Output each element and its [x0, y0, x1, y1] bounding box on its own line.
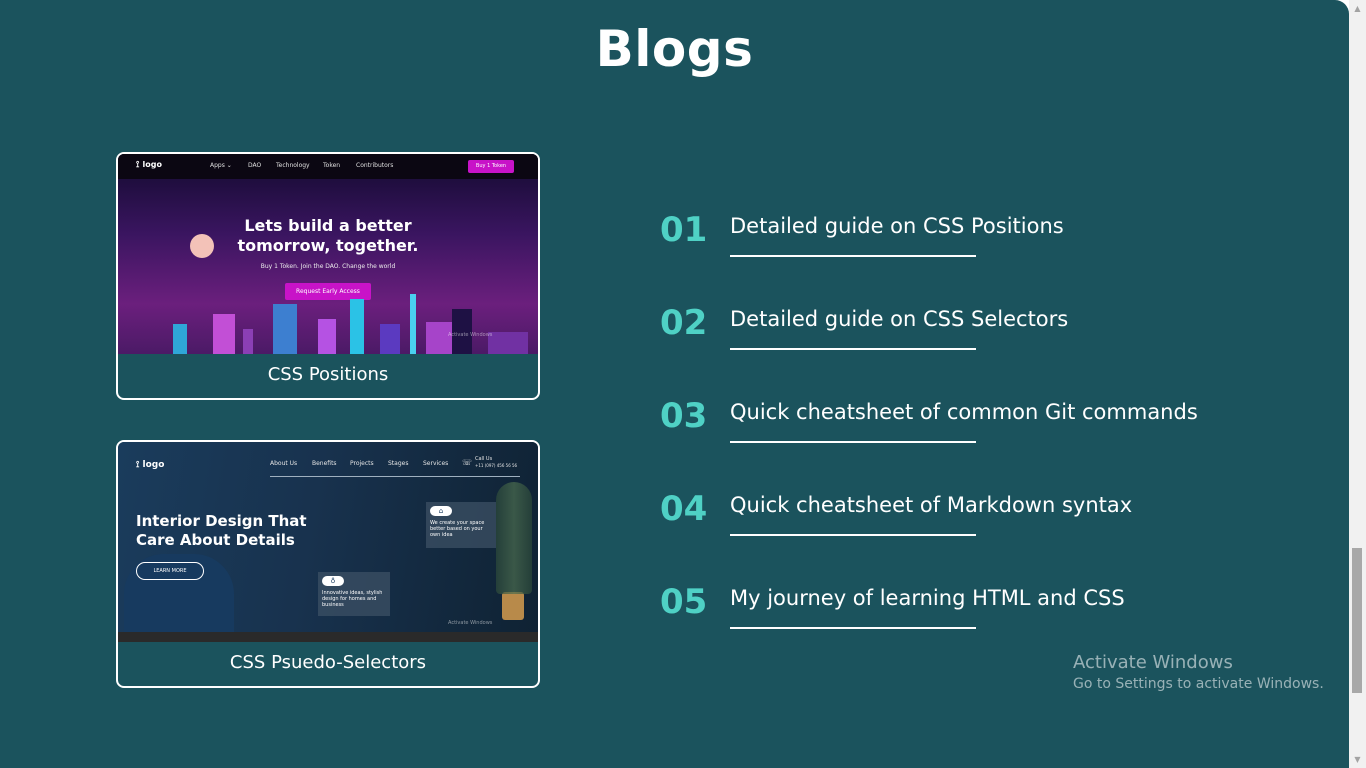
page-title: Blogs	[595, 20, 754, 78]
thumbnail-nav-divider	[270, 476, 520, 477]
blog-card-caption[interactable]: CSS Psuedo-Selectors	[118, 652, 538, 673]
thumbnail-watermark: Activate Windows	[448, 620, 493, 626]
thumbnail-buy-button: Buy 1 Token	[468, 160, 514, 173]
blog-number: 03	[660, 396, 708, 436]
blog-link[interactable]: My journey of learning HTML and CSS	[730, 586, 1125, 610]
thumbnail-nav-item: Apps ⌄	[210, 162, 232, 169]
thumbnail-cta: LEARN MORE	[136, 562, 204, 580]
thumbnail-navbar: ⟟ logo Apps ⌄ DAO Technology Token Contr…	[118, 154, 538, 179]
blog-underline	[730, 627, 976, 629]
thumbnail-info-box: ♁ Innovative ideas, stylish design for h…	[318, 572, 390, 616]
os-watermark-title: Activate Windows	[1073, 652, 1233, 673]
thumbnail-nav-item: Stages	[388, 460, 409, 467]
list-item: 04 Quick cheatsheet of Markdown syntax	[660, 489, 1300, 549]
os-watermark-subtitle: Go to Settings to activate Windows.	[1073, 676, 1324, 692]
home-icon: ⌂	[430, 506, 452, 516]
blog-card-thumbnail: ⟟ logo Apps ⌄ DAO Technology Token Contr…	[118, 154, 538, 354]
blog-number: 05	[660, 582, 708, 622]
floor-graphic	[118, 632, 538, 642]
thumbnail-headline: Lets build a better tomorrow, together.	[237, 216, 419, 255]
thumbnail-info-box: ⌂ We create your space better based on y…	[426, 502, 496, 548]
page-scrollbar[interactable]: ▲ ▼	[1349, 0, 1366, 768]
city-skyline-graphic	[173, 294, 528, 354]
thumbnail-phone: +11 (097) 456 56 56	[475, 463, 518, 468]
thumbnail-nav-item: Services	[423, 460, 449, 467]
thumbnail-nav-item: Contributors	[356, 162, 394, 169]
list-item: 02 Detailed guide on CSS Selectors	[660, 303, 1300, 363]
phone-icon: ☏	[462, 458, 473, 467]
thumbnail-nav-item: Projects	[350, 460, 374, 467]
scroll-down-arrow-icon[interactable]: ▼	[1349, 751, 1366, 768]
blog-link[interactable]: Detailed guide on CSS Positions	[730, 214, 1064, 238]
blog-card-css-pseudo-selectors[interactable]: ⟟ logo About Us Benefits Projects Stages…	[116, 440, 540, 688]
blog-underline	[730, 348, 976, 350]
list-item: 01 Detailed guide on CSS Positions	[660, 210, 1300, 270]
bulb-icon: ♁	[322, 576, 344, 586]
os-activation-watermark: Activate Windows Go to Settings to activ…	[1073, 652, 1324, 692]
plant-leaves-graphic	[496, 482, 532, 594]
thumbnail-logo: ⟟ logo	[136, 460, 165, 470]
blog-card-css-positions[interactable]: ⟟ logo Apps ⌄ DAO Technology Token Contr…	[116, 152, 540, 400]
thumbnail-logo: ⟟ logo	[136, 160, 162, 170]
blog-number: 01	[660, 210, 708, 250]
blog-underline	[730, 255, 976, 257]
thumbnail-nav-item: DAO	[248, 162, 262, 169]
thumbnail-watermark: Activate Windows	[448, 332, 493, 338]
thumbnail-nav-item: Technology	[276, 162, 310, 169]
scrollbar-thumb[interactable]	[1352, 548, 1362, 693]
blog-card-thumbnail: ⟟ logo About Us Benefits Projects Stages…	[118, 442, 538, 642]
thumbnail-nav-item: Benefits	[312, 460, 337, 467]
thumbnail-subtext: Buy 1 Token. Join the DAO. Change the wo…	[260, 263, 396, 270]
scroll-up-arrow-icon[interactable]: ▲	[1349, 0, 1366, 17]
blog-number: 02	[660, 303, 708, 343]
blog-underline	[730, 441, 976, 443]
blog-link[interactable]: Detailed guide on CSS Selectors	[730, 307, 1068, 331]
moon-graphic	[190, 234, 214, 258]
blog-number: 04	[660, 489, 708, 529]
list-item: 05 My journey of learning HTML and CSS	[660, 582, 1300, 642]
thumbnail-nav-item: About Us	[270, 460, 298, 467]
blog-link[interactable]: Quick cheatsheet of common Git commands	[730, 400, 1198, 424]
blogs-section: Blogs ⟟ logo Apps ⌄ DAO Technology Token…	[0, 0, 1349, 768]
thumbnail-nav-item: Call Us	[475, 456, 493, 462]
blog-card-caption[interactable]: CSS Positions	[118, 364, 538, 385]
blog-underline	[730, 534, 976, 536]
thumbnail-headline: Interior Design That Care About Details	[136, 512, 307, 549]
plant-graphic	[502, 592, 524, 620]
thumbnail-nav-item: Token	[323, 162, 341, 169]
list-item: 03 Quick cheatsheet of common Git comman…	[660, 396, 1300, 456]
blog-link[interactable]: Quick cheatsheet of Markdown syntax	[730, 493, 1132, 517]
